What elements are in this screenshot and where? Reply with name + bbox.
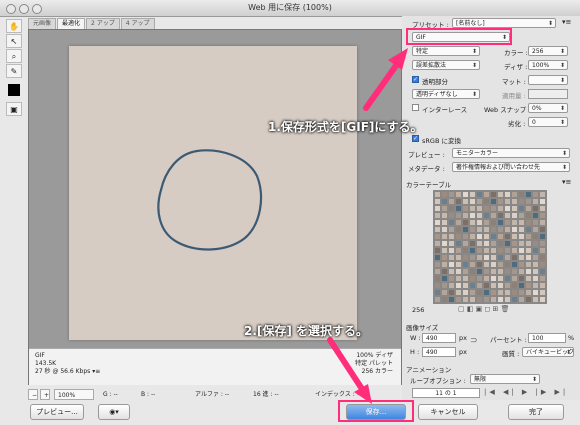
step2-note: 2.[保存] を選択する。: [244, 324, 369, 338]
save-for-web-dialog: Web 用に保存 (100%) ✋ ↖ ⌕ ✎ ▣ 元画像 最適化 2 アップ 4 ア…: [0, 0, 580, 425]
annotation-arrows: [327, 48, 408, 404]
step1-note: 1.保存形式を[GIF]にする。: [268, 120, 423, 134]
